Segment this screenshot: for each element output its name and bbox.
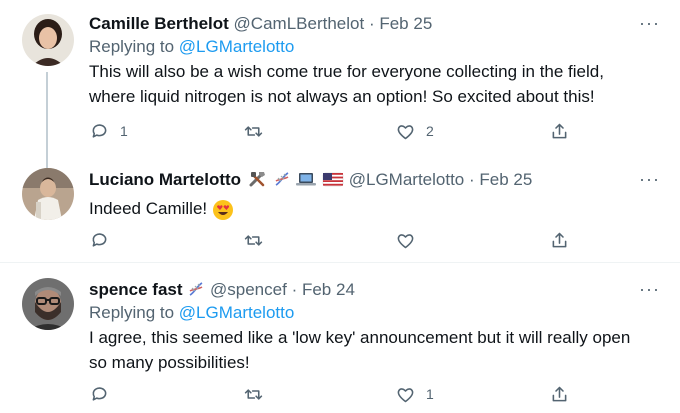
- like-button[interactable]: 1: [395, 382, 434, 406]
- retweet-button[interactable]: [243, 119, 274, 143]
- separator-dot: ·: [291, 280, 298, 299]
- like-count: 1: [426, 386, 434, 402]
- share-button[interactable]: [549, 228, 570, 252]
- avatar[interactable]: [22, 168, 74, 220]
- tweet-3[interactable]: spence fast @spencef · Feb 24 ··· Replyi…: [0, 263, 680, 413]
- name-emojis: [248, 170, 344, 194]
- author-name[interactable]: spence fast: [89, 280, 183, 299]
- retweet-button[interactable]: [243, 228, 274, 252]
- heart-eyes-emoji-icon: [212, 199, 233, 220]
- reply-icon: [92, 123, 107, 138]
- reply-button[interactable]: [89, 382, 120, 406]
- retweet-icon: [244, 125, 263, 137]
- replying-to-prefix: Replying to: [89, 37, 179, 56]
- like-count: 2: [426, 123, 434, 139]
- heart-icon: [397, 233, 414, 248]
- tweet-1[interactable]: Camille Berthelot @CamLBerthelot · Feb 2…: [0, 0, 680, 160]
- separator-dot: ·: [368, 14, 375, 33]
- hammer-wrench-icon: [249, 172, 265, 187]
- reply-button[interactable]: 1: [89, 119, 128, 143]
- replying-to-handle[interactable]: @LGMartelotto: [179, 303, 295, 322]
- laptop-icon: [296, 173, 317, 186]
- thread-connector-line: [46, 72, 48, 160]
- tweet-actions: [89, 228, 609, 252]
- more-options-icon[interactable]: ···: [639, 279, 660, 300]
- tweet-text: Indeed Camille!: [89, 196, 660, 221]
- tweet-actions: 1 2: [89, 119, 609, 143]
- tweet-text-line-1: Indeed Camille!: [89, 199, 208, 218]
- more-options-icon[interactable]: ···: [639, 13, 660, 34]
- dna-icon: [275, 172, 289, 186]
- tweet-date[interactable]: Feb 25: [379, 14, 432, 33]
- retweet-icon: [244, 234, 263, 246]
- retweet-button[interactable]: [243, 382, 274, 406]
- replying-to-prefix: Replying to: [89, 303, 179, 322]
- dna-icon: [189, 282, 203, 296]
- share-icon: [552, 232, 567, 247]
- author-name[interactable]: Luciano Martelotto: [89, 170, 241, 189]
- reply-button[interactable]: [89, 228, 120, 252]
- separator-dot: ·: [469, 170, 475, 189]
- us-flag-icon: [322, 172, 344, 187]
- like-button[interactable]: [395, 228, 426, 252]
- author-handle[interactable]: @LGMartelotto: [349, 170, 465, 189]
- retweet-icon: [244, 388, 263, 400]
- share-icon: [552, 123, 567, 138]
- reply-icon: [92, 232, 107, 247]
- thread-connector-line: [46, 160, 48, 168]
- tweet-text-line-2: so many possibilities!: [89, 353, 250, 372]
- tweet-header: Camille Berthelot @CamLBerthelot · Feb 2…: [89, 13, 660, 35]
- tweet-text: This will also be a wish come true for e…: [89, 59, 660, 109]
- tweet-header: Luciano Martelotto @LGMartelotto · Feb 2…: [89, 169, 660, 191]
- reply-count: 1: [120, 123, 128, 139]
- tweet-date[interactable]: Feb 24: [302, 280, 355, 299]
- avatar[interactable]: [22, 278, 74, 330]
- author-handle[interactable]: @CamLBerthelot: [234, 14, 365, 33]
- replying-to-handle[interactable]: @LGMartelotto: [179, 37, 295, 56]
- reply-icon: [92, 386, 107, 401]
- share-button[interactable]: [549, 382, 570, 406]
- tweet-text-line-1: This will also be a wish come true for e…: [89, 62, 604, 81]
- tweet-header: spence fast @spencef · Feb 24: [89, 279, 660, 301]
- tweet-date[interactable]: Feb 25: [479, 170, 532, 189]
- replying-to: Replying to @LGMartelotto: [89, 35, 660, 59]
- heart-icon: [397, 124, 414, 139]
- tweet-text: I agree, this seemed like a 'low key' an…: [89, 325, 660, 375]
- author-name[interactable]: Camille Berthelot: [89, 14, 229, 33]
- tweet-actions: 1: [89, 382, 609, 406]
- tweet-text-line-2: where liquid nitrogen is not always an o…: [89, 87, 595, 106]
- share-button[interactable]: [549, 119, 570, 143]
- tweet-text-line-1: I agree, this seemed like a 'low key' an…: [89, 328, 631, 347]
- author-handle[interactable]: @spencef: [210, 280, 287, 299]
- share-icon: [552, 386, 567, 401]
- more-options-icon[interactable]: ···: [639, 169, 660, 190]
- heart-icon: [397, 387, 414, 402]
- replying-to: Replying to @LGMartelotto: [89, 301, 660, 325]
- avatar[interactable]: [22, 14, 74, 66]
- like-button[interactable]: 2: [395, 119, 434, 143]
- tweet-2[interactable]: Luciano Martelotto @LGMartelotto · Feb 2…: [0, 160, 680, 262]
